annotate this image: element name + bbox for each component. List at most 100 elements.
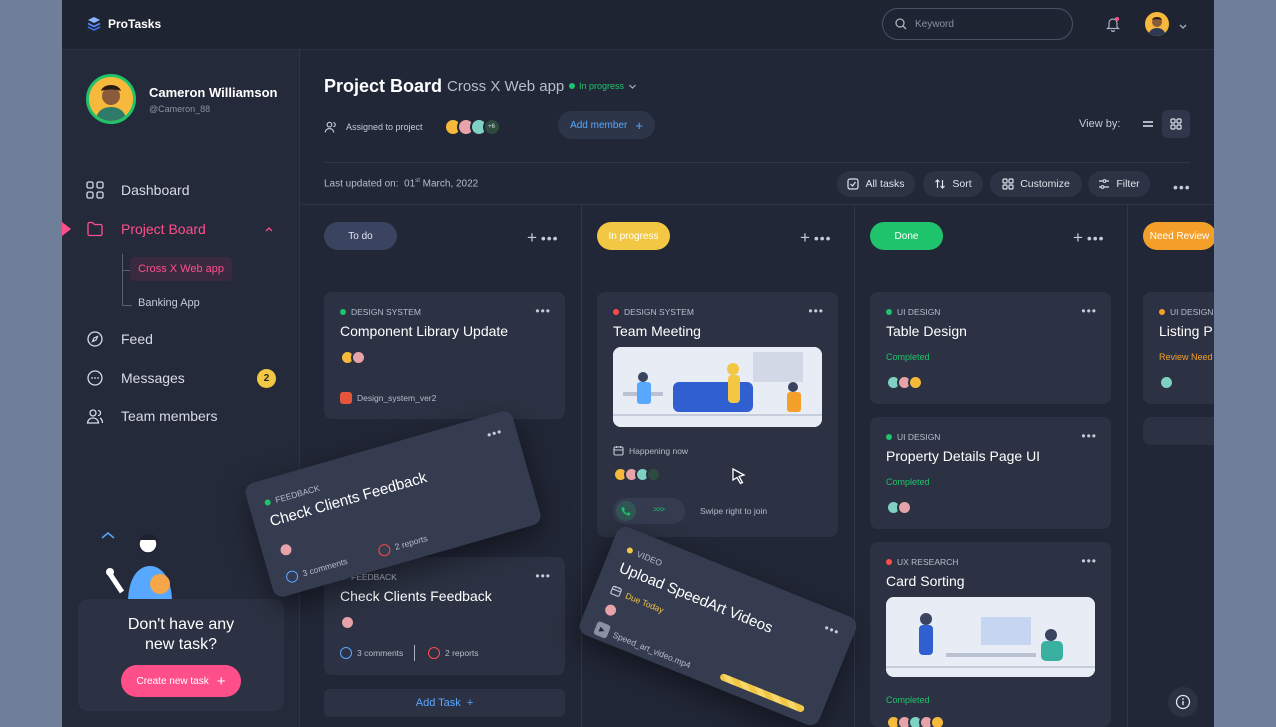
more-options-icon[interactable]: ••• bbox=[808, 304, 824, 318]
more-options-icon[interactable]: ••• bbox=[1081, 554, 1097, 568]
card-avatars bbox=[276, 540, 296, 560]
add-member-button[interactable]: Add member + bbox=[558, 111, 655, 139]
column-header-inprogress[interactable]: In progress bbox=[597, 222, 670, 250]
more-options-icon[interactable]: ••• bbox=[1173, 179, 1191, 195]
app-logo[interactable]: ProTasks bbox=[86, 16, 161, 32]
button-label: Add Task bbox=[415, 697, 461, 709]
assigned-avatars[interactable]: +6 bbox=[443, 118, 501, 136]
alert-icon bbox=[428, 647, 440, 659]
task-card[interactable]: UX RESEARCH Card Sorting ••• Completed bbox=[870, 542, 1111, 727]
more-options-icon[interactable]: ••• bbox=[485, 424, 504, 442]
plus-icon: + bbox=[466, 697, 474, 709]
user-avatar[interactable] bbox=[1145, 12, 1169, 36]
comments-link[interactable]: 3 comments bbox=[284, 555, 349, 585]
reports-link[interactable]: 2 reports bbox=[376, 532, 429, 558]
more-options-icon[interactable]: ••• bbox=[535, 304, 551, 318]
tag-dot bbox=[1159, 309, 1165, 315]
create-new-task-button[interactable]: Create new task + bbox=[121, 665, 241, 697]
profile-avatar[interactable] bbox=[86, 74, 136, 124]
task-card[interactable]: DESIGN SYSTEM Component Library Update •… bbox=[324, 292, 565, 419]
sidebar: Cameron Williamson @Cameron_88 Dashboard… bbox=[62, 50, 300, 727]
plus-icon[interactable]: + bbox=[800, 228, 810, 247]
card-title: Listing P bbox=[1159, 323, 1213, 339]
filter-button[interactable]: Filter bbox=[1088, 171, 1150, 197]
column-header-todo[interactable]: To do bbox=[324, 222, 397, 250]
avatar bbox=[646, 467, 661, 482]
tag-dot bbox=[886, 434, 892, 440]
project-name: Cross X Web app bbox=[447, 78, 565, 95]
column-header-need-review[interactable]: Need Review bbox=[1143, 222, 1214, 250]
customize-button[interactable]: Customize bbox=[990, 171, 1082, 197]
card-title: Card Sorting bbox=[886, 573, 965, 589]
info-icon[interactable] bbox=[1168, 687, 1198, 717]
sort-icon bbox=[935, 179, 946, 189]
plus-icon[interactable]: + bbox=[1073, 228, 1083, 247]
tag-label: UX RESEARCH bbox=[897, 557, 959, 567]
todo-column-actions[interactable]: + ••• bbox=[527, 228, 559, 248]
nav-feed[interactable]: Feed bbox=[62, 324, 300, 354]
more-options-icon[interactable]: ••• bbox=[1081, 429, 1097, 443]
more-options-icon[interactable]: ••• bbox=[541, 230, 559, 246]
card-title: Check Clients Feedback bbox=[340, 588, 492, 604]
button-label: Add member bbox=[570, 119, 628, 131]
task-card[interactable]: UI DESIGN Property Details Page UI ••• C… bbox=[870, 417, 1111, 529]
chevron-down-icon[interactable] bbox=[1178, 18, 1188, 36]
search-box[interactable] bbox=[882, 8, 1073, 40]
assigned-label: Assigned to project bbox=[346, 122, 423, 132]
search-input[interactable] bbox=[915, 18, 1055, 30]
notification-bell-icon[interactable] bbox=[1106, 16, 1120, 37]
done-column-actions[interactable]: + ••• bbox=[1073, 228, 1105, 248]
list-view-icon[interactable] bbox=[1134, 110, 1162, 138]
cursor-icon bbox=[732, 467, 746, 485]
comments-link[interactable]: 3 comments bbox=[340, 647, 403, 659]
more-options-icon[interactable]: ••• bbox=[535, 569, 551, 583]
updated-day: 01 bbox=[404, 178, 416, 190]
active-indicator bbox=[62, 222, 71, 236]
card-title: Table Design bbox=[886, 323, 967, 339]
more-options-icon[interactable]: ••• bbox=[1087, 230, 1105, 246]
swipe-to-join-slider[interactable]: >>> bbox=[613, 498, 685, 524]
reports-link[interactable]: 2 reports bbox=[428, 647, 479, 659]
nav-project-board[interactable]: Project Board bbox=[62, 214, 300, 244]
chevron-up-icon[interactable] bbox=[264, 225, 274, 233]
project-status-dropdown[interactable]: In progress bbox=[569, 81, 637, 91]
task-card[interactable]: DESIGN SYSTEM Team Meeting ••• Happening… bbox=[597, 292, 838, 537]
column-divider bbox=[581, 205, 582, 727]
inprogress-column-actions[interactable]: + ••• bbox=[800, 228, 832, 248]
checkbox-icon bbox=[847, 178, 860, 190]
button-label: All tasks bbox=[865, 178, 905, 190]
card-avatars bbox=[886, 500, 912, 515]
grid-view-icon[interactable] bbox=[1162, 110, 1190, 138]
avatar-count: +6 bbox=[482, 118, 501, 136]
card-attachment[interactable]: Design_system_ver2 bbox=[340, 392, 436, 404]
sort-button[interactable]: Sort bbox=[923, 171, 983, 197]
sidebar-subitem-banking[interactable]: Banking App bbox=[138, 297, 200, 309]
happening-label: Happening now bbox=[629, 445, 689, 456]
task-card[interactable]: UI DESIGN Listing P Review Need bbox=[1143, 292, 1214, 404]
promo-line2: new task? bbox=[144, 636, 218, 653]
more-options-icon[interactable]: ••• bbox=[814, 230, 832, 246]
chat-icon bbox=[87, 370, 103, 386]
comments-count: 3 comments bbox=[357, 648, 404, 658]
calendar-icon bbox=[613, 446, 624, 456]
card-avatars bbox=[613, 467, 661, 482]
task-card[interactable]: UI DESIGN Table Design ••• Completed bbox=[870, 292, 1111, 404]
nav-dashboard[interactable]: Dashboard bbox=[62, 175, 300, 205]
card-tag: DESIGN SYSTEM bbox=[340, 307, 421, 317]
research-illustration bbox=[886, 597, 1095, 677]
avatar bbox=[600, 600, 621, 620]
tag-label: UI DESIGN bbox=[897, 307, 941, 317]
more-options-icon[interactable]: ••• bbox=[1081, 304, 1097, 318]
add-task-button[interactable]: Add Task + bbox=[324, 689, 565, 717]
button-label: Create new task bbox=[136, 675, 209, 687]
updated-rest: March, 2022 bbox=[422, 178, 479, 190]
column-header-done[interactable]: Done bbox=[870, 222, 943, 250]
more-options-icon[interactable]: ••• bbox=[822, 621, 842, 640]
tag-label: DESIGN SYSTEM bbox=[624, 307, 694, 317]
promo-card: Don't have any new task? Create new task… bbox=[78, 599, 284, 711]
plus-icon[interactable]: + bbox=[527, 228, 537, 247]
nav-team-members[interactable]: Team members bbox=[62, 401, 300, 431]
all-tasks-button[interactable]: All tasks bbox=[837, 171, 915, 197]
sidebar-subitem-cross-x[interactable]: Cross X Web app bbox=[130, 257, 233, 281]
card-avatars bbox=[886, 375, 923, 390]
